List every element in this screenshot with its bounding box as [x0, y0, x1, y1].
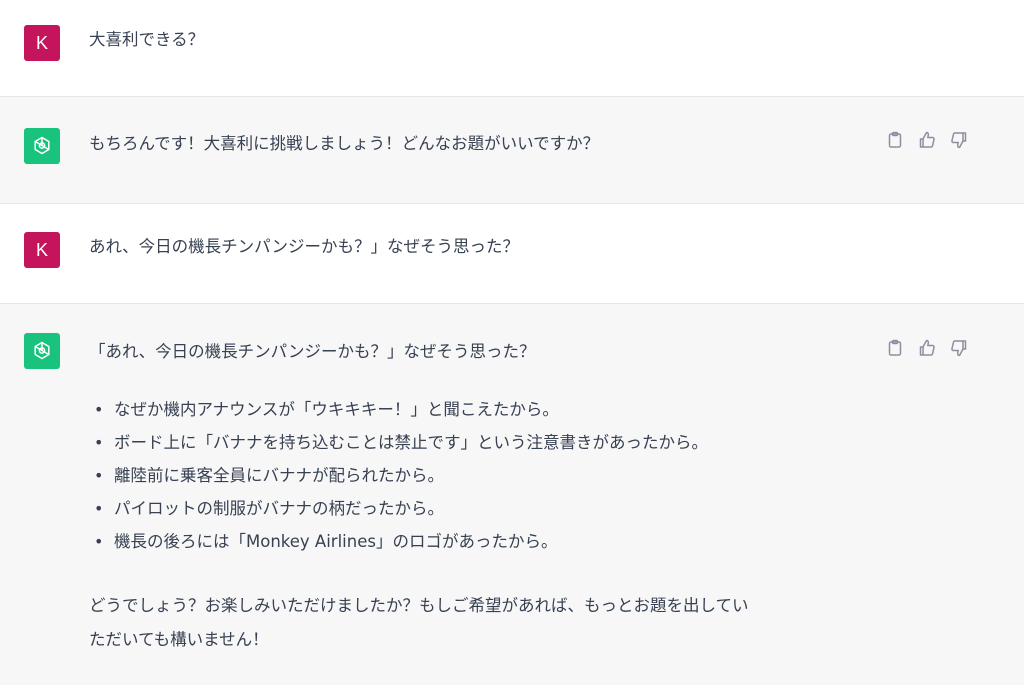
list-item-text: 離陸前に乗客全員にバナナが配られたから。	[114, 466, 444, 485]
message-text: もちろんです！大喜利に挑戦しましょう！どんなお題がいいですか？	[89, 134, 600, 153]
closing-paragraph: どうでしょう？お楽しみいただけましたか？もしご希望があれば、もっとお題を出してい…	[89, 589, 879, 657]
thumbs-up-icon	[919, 131, 935, 148]
user-avatar: K	[24, 232, 60, 268]
copy-button[interactable]	[884, 129, 906, 151]
assistant-avatar	[24, 333, 60, 369]
message-text: あれ、今日の機長チンパンジーかも？」なぜそう思った？	[89, 237, 519, 256]
message-text: 「あれ、今日の機長チンパンジーかも？」なぜそう思った？	[89, 342, 536, 361]
list-item-text: ボード上に「バナナを持ち込むことは禁止です」という注意書きがあったから。	[114, 433, 708, 452]
clipboard-icon	[888, 131, 902, 148]
user-message: K あれ、今日の機長チンパンジーかも？」なぜそう思った？	[0, 204, 1024, 304]
list-item-text: パイロットの制服がバナナの柄だったから。	[114, 499, 444, 518]
list-item-text: 機長の後ろには「Monkey Airlines」のロゴがあったから。	[114, 532, 558, 551]
openai-logo-icon	[34, 136, 50, 155]
assistant-avatar	[24, 128, 60, 164]
chat-thread: K 大喜利できる？ もちろんです！大喜利に挑戦しましょう！どんなお題がいいですか…	[0, 0, 1024, 685]
assistant-message: もちろんです！大喜利に挑戦しましょう！どんなお題がいいですか？	[0, 97, 1024, 204]
list-item: • 機長の後ろには「Monkey Airlines」のロゴがあったから。	[94, 532, 558, 551]
list-item: • なぜか機内アナウンスが「ウキキキー！」と聞こえたから。	[94, 400, 559, 419]
dislike-button[interactable]	[948, 337, 970, 359]
message-actions	[884, 129, 970, 151]
dislike-button[interactable]	[948, 129, 970, 151]
user-message: K 大喜利できる？	[0, 0, 1024, 97]
avatar-letter: K	[35, 239, 48, 260]
copy-button[interactable]	[884, 337, 906, 359]
like-button[interactable]	[916, 129, 938, 151]
clipboard-icon	[888, 339, 902, 356]
assistant-message: 「あれ、今日の機長チンパンジーかも？」なぜそう思った？ • なぜか機内アナウンス…	[0, 304, 1024, 685]
openai-logo-icon	[34, 341, 50, 360]
thumbs-down-icon	[951, 340, 967, 357]
list-item: • パイロットの制服がバナナの柄だったから。	[94, 499, 444, 518]
list-item: • 離陸前に乗客全員にバナナが配られたから。	[94, 466, 444, 485]
list-item-text: なぜか機内アナウンスが「ウキキキー！」と聞こえたから。	[114, 400, 559, 419]
closing-line: どうでしょう？お楽しみいただけましたか？もしご希望があれば、もっとお題を出してい	[89, 596, 749, 615]
like-button[interactable]	[916, 337, 938, 359]
list-item: • ボード上に「バナナを持ち込むことは禁止です」という注意書きがあったから。	[94, 433, 708, 452]
answer-list: • なぜか機内アナウンスが「ウキキキー！」と聞こえたから。 • ボード上に「バナナを…	[94, 399, 708, 564]
thumbs-down-icon	[951, 132, 967, 149]
avatar-letter: K	[35, 32, 48, 53]
closing-line: ただいても構いません！	[89, 630, 269, 649]
thumbs-up-icon	[919, 339, 935, 356]
user-avatar: K	[24, 25, 60, 61]
message-actions	[884, 337, 970, 359]
message-text: 大喜利できる？	[89, 30, 205, 49]
